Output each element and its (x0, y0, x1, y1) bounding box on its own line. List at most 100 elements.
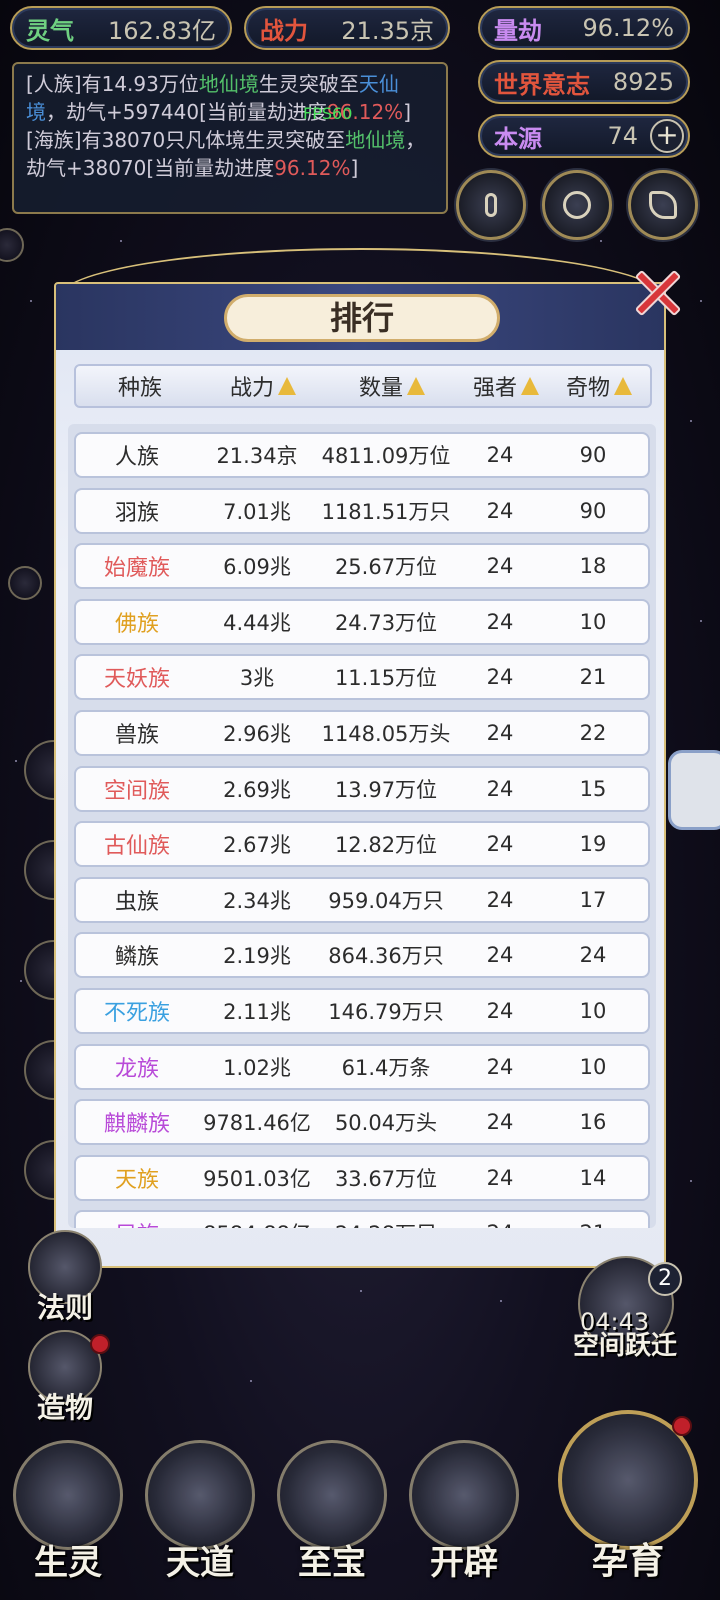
log-line-1: [人族]有14.93万位地仙境生灵突破至天仙境，劫气+597440[当前量劫进度… (26, 70, 434, 126)
power-cell: 2.96兆 (223, 721, 291, 746)
treasure-cell: 90 (579, 443, 607, 467)
benyuan-add-button[interactable]: + (650, 119, 684, 153)
col-power-sort[interactable]: 战力 (204, 370, 322, 402)
power-cell: 7.01兆 (223, 499, 291, 524)
treasure-cell: 21 (544, 1221, 642, 1228)
log-text: [人族]有14.93万位 (26, 72, 199, 96)
strong-cell: 24 (486, 443, 514, 467)
power-cell: 9501.03亿 (203, 1166, 311, 1191)
space-jump-badge: 2 (648, 1262, 682, 1296)
ranking-row[interactable]: 不死族 2.11兆 146.79万只 24 10 (74, 987, 650, 1034)
strong-cell: 24 (486, 720, 514, 745)
treasure-cell: 10 (579, 609, 607, 634)
power-cell: 2.11兆 (223, 999, 291, 1024)
right-toggle[interactable] (668, 750, 720, 830)
ranking-list[interactable]: 人族 21.34京 4811.09万位 24 90 羽族 7.01兆 1181.51万只 24 9… (68, 424, 656, 1228)
star (700, 300, 702, 302)
ranking-modal: 排行 种族 战力 数量 强者 奇物 人族 21.34京 4811.09万位 24 90 羽… (54, 282, 666, 1268)
ranking-row[interactable]: 凤族8584.88亿24.28万只2421 (74, 1210, 650, 1228)
ranking-row[interactable]: 始魔族 6.09兆 25.67万位 24 18 (74, 543, 650, 590)
race-cell: 天族 (114, 1167, 159, 1193)
ranking-row[interactable]: 龙族 1.02兆 61.4万条 24 10 (74, 1043, 650, 1090)
ranking-row[interactable]: 鳞族 2.19兆 864.36万只 24 24 (74, 932, 650, 979)
col-race-label: 种族 (117, 376, 162, 401)
nav-shengling-label: 生灵 (34, 1543, 102, 1583)
power-cell: 2.69兆 (223, 777, 291, 802)
count-cell: 33.67万位 (334, 1166, 438, 1191)
scroll-button[interactable] (628, 170, 698, 240)
ranking-row[interactable]: 空间族 2.69兆 13.97万位 24 15 (74, 765, 650, 812)
tiandao-icon (145, 1440, 255, 1550)
count-cell: 864.36万只 (328, 944, 444, 969)
race-cell: 天妖族 (103, 667, 170, 693)
strong-cell: 24 (486, 554, 514, 579)
treasure-cell: 17 (579, 887, 607, 912)
ranking-row[interactable]: 虫族 2.34兆 959.04万只 24 17 (74, 876, 650, 923)
power-cell: 6.09兆 (223, 555, 291, 580)
log-progress: 96.12% (274, 156, 351, 180)
nav-yunyu[interactable]: 孕育 (548, 1410, 708, 1590)
strong-cell: 24 (486, 609, 514, 634)
log-text: ] (350, 156, 359, 180)
ranking-row[interactable]: 天妖族 3兆 11.15万位 24 21 (74, 654, 650, 701)
sort-arrow-icon (407, 377, 425, 395)
zaowu-button[interactable]: 造物 (20, 1330, 110, 1426)
star (360, 1290, 362, 1292)
power-cell: 2.67兆 (223, 833, 291, 858)
space-jump-timer: 04:43 (580, 1308, 650, 1336)
treasure-cell: 14 (579, 1165, 607, 1190)
power-cell: 8584.88亿 (198, 1218, 316, 1228)
ranking-row[interactable]: 佛族 4.44兆 24.73万位 24 10 (74, 598, 650, 645)
notification-dot (672, 1416, 692, 1436)
strong-cell: 24 (486, 832, 514, 857)
nav-tiandao[interactable]: 天道 (140, 1440, 260, 1590)
nav-shengling[interactable]: 生灵 (8, 1440, 128, 1590)
left-side-emblem[interactable] (0, 228, 24, 262)
treasure-cell: 10 (579, 1054, 607, 1079)
star (500, 1300, 502, 1302)
col-strong-sort[interactable]: 强者 (462, 370, 550, 402)
race-cell: 凤族 (76, 1217, 198, 1228)
race-cell: 麒麟族 (103, 1112, 170, 1138)
count-cell: 50.04万头 (334, 1111, 438, 1136)
treasure-cell: 15 (579, 776, 607, 801)
modal-title: 排行 (224, 294, 500, 342)
ranking-row[interactable]: 古仙族 2.67兆 12.82万位 24 19 (74, 821, 650, 868)
ranking-row[interactable]: 麒麟族 9781.46亿 50.04万头 24 16 (74, 1099, 650, 1146)
zhanli-label: 战力 (260, 15, 308, 45)
ranking-row[interactable]: 人族 21.34京 4811.09万位 24 90 (74, 432, 650, 478)
fazhe-label: 法则 (36, 1291, 93, 1324)
log-text: 生灵突破至 (258, 72, 359, 96)
close-button[interactable] (626, 262, 686, 322)
nav-zhibao[interactable]: 至宝 (272, 1440, 392, 1590)
card-button[interactable] (456, 170, 526, 240)
count-cell: 12.82万位 (334, 833, 438, 858)
log-line-2: [海族]有38070只凡体境生灵突破至地仙境，劫气+38070[当前量劫进度96… (26, 126, 434, 182)
power-cell: 3兆 (239, 666, 275, 691)
vortex-button[interactable] (542, 170, 612, 240)
strong-cell: 24 (486, 887, 514, 912)
power-cell: 21.34京 (216, 444, 298, 468)
power-cell: 2.19兆 (223, 944, 291, 969)
star (600, 240, 602, 242)
race-cell: 佛族 (114, 611, 159, 637)
fazhe-button[interactable]: 法则 (20, 1230, 110, 1326)
zaowu-label: 造物 (36, 1391, 93, 1424)
ranking-row[interactable]: 天族 9501.03亿 33.67万位 24 14 (74, 1154, 650, 1201)
count-cell: 959.04万只 (328, 888, 444, 913)
ranking-row[interactable]: 兽族 2.96兆 1148.05万头 24 22 (74, 709, 650, 756)
nav-kaipi[interactable]: 开辟 (404, 1440, 524, 1590)
col-race: 种族 (76, 370, 204, 402)
ranking-table-header: 种族 战力 数量 强者 奇物 (74, 364, 652, 408)
power-cell: 1.02兆 (223, 1055, 291, 1080)
notification-dot (90, 1334, 110, 1354)
strong-cell: 24 (486, 776, 514, 801)
fps-counter: FPS60 (303, 104, 353, 123)
nav-zhibao-label: 至宝 (298, 1543, 366, 1583)
col-treasure-sort[interactable]: 奇物 (550, 370, 648, 402)
ranking-row[interactable]: 羽族 7.01兆 1181.51万只 24 90 (74, 487, 650, 534)
kaipi-icon (409, 1440, 519, 1550)
race-cell: 兽族 (114, 722, 159, 748)
strong-cell: 24 (486, 1165, 514, 1190)
col-count-sort[interactable]: 数量 (322, 370, 462, 402)
